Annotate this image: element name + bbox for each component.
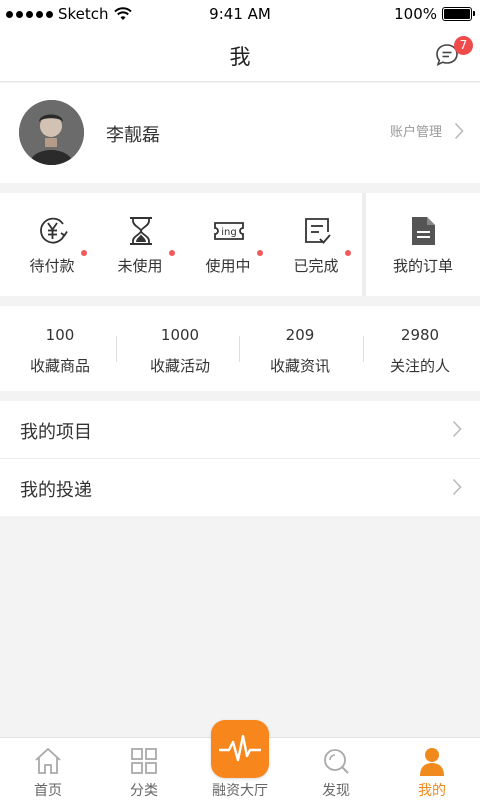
document-icon	[412, 217, 435, 245]
grid-icon	[131, 748, 157, 774]
tab-categories[interactable]: 分类	[96, 738, 192, 800]
account-management-label: 账户管理	[389, 125, 442, 140]
tab-me[interactable]: 我的	[384, 738, 480, 800]
tab-label: 首页	[34, 783, 62, 799]
order-pending-payment-label: 待付款	[29, 257, 75, 275]
order-in-use[interactable]: ing 使用中	[184, 193, 272, 296]
tab-label: 我的	[418, 783, 446, 799]
person-icon	[420, 748, 444, 776]
stat-label: 收藏商品	[29, 357, 90, 375]
stat-value: 2980	[400, 326, 440, 344]
notification-dot	[257, 250, 263, 256]
stat-divider	[116, 336, 117, 362]
tab-label: 分类	[130, 783, 158, 799]
stat-favorite-products[interactable]: 100 收藏商品	[0, 306, 120, 391]
user-name: 李靓磊	[106, 125, 160, 146]
chevron-right-icon	[452, 478, 462, 496]
messages-button[interactable]: 7	[434, 36, 473, 70]
stat-following[interactable]: 2980 关注的人	[360, 306, 480, 391]
home-icon	[35, 747, 61, 774]
yuan-coin-icon	[40, 217, 68, 244]
order-completed-label: 已完成	[293, 257, 339, 275]
stat-favorite-news[interactable]: 209 收藏资讯	[240, 306, 360, 391]
tab-discover[interactable]: 发现	[288, 738, 384, 800]
chevron-right-icon	[452, 420, 462, 438]
status-right: 100%	[394, 5, 475, 23]
ticket-icon: ing	[214, 222, 244, 240]
notification-dot	[81, 250, 87, 256]
menu-item-my-submissions[interactable]: 我的投递	[0, 459, 480, 516]
menu-list: 我的项目 我的投递	[0, 401, 480, 516]
checklist-icon	[305, 218, 331, 244]
menu-item-label: 我的项目	[20, 422, 92, 443]
battery-icon	[442, 7, 475, 21]
stat-value: 1000	[160, 326, 200, 344]
page-title: 我	[229, 45, 251, 69]
my-orders-button[interactable]: 我的订单	[366, 193, 480, 296]
message-count-badge: 7	[454, 36, 473, 55]
menu-item-my-projects[interactable]: 我的项目	[0, 401, 480, 458]
order-in-use-label: 使用中	[205, 257, 251, 275]
stat-favorite-activities[interactable]: 1000 收藏活动	[120, 306, 240, 391]
stat-value: 100	[45, 326, 75, 344]
svg-text:ing: ing	[221, 227, 236, 238]
tab-home[interactable]: 首页	[0, 738, 96, 800]
battery-percent: 100%	[394, 5, 437, 23]
stat-label: 收藏资讯	[269, 357, 330, 375]
stat-value: 209	[285, 326, 315, 344]
tab-bar: 首页 分类 融资大厅 发现 我的	[0, 720, 480, 800]
stat-label: 收藏活动	[149, 357, 210, 375]
notification-dot	[169, 250, 175, 256]
my-orders-label: 我的订单	[392, 257, 453, 275]
status-bar: Sketch 9:41 AM 100%	[0, 0, 480, 28]
avatar[interactable]	[19, 100, 84, 165]
chevron-right-icon	[454, 122, 464, 139]
financing-hall-button[interactable]	[211, 720, 269, 778]
tab-financing-hall[interactable]: 融资大厅	[192, 720, 288, 800]
tab-label: 融资大厅	[212, 783, 268, 799]
order-unused[interactable]: 未使用	[96, 193, 184, 296]
navigation-bar: 我 7	[0, 28, 480, 82]
tab-label: 发现	[322, 783, 350, 799]
order-completed[interactable]: 已完成	[272, 193, 360, 296]
menu-item-label: 我的投递	[20, 480, 92, 501]
order-unused-label: 未使用	[117, 257, 163, 275]
pulse-icon	[219, 734, 261, 762]
stat-label: 关注的人	[389, 357, 450, 375]
account-management-link[interactable]: 账户管理	[390, 121, 464, 140]
profile-card[interactable]: 李靓磊 账户管理	[0, 83, 480, 183]
notification-dot	[345, 250, 351, 256]
order-pending-payment[interactable]: 待付款	[8, 193, 96, 296]
favorites-stats: 100 收藏商品 1000 收藏活动 209 收藏资讯 2980 关注的人	[0, 306, 480, 391]
hourglass-icon	[130, 217, 152, 245]
search-icon	[324, 749, 349, 774]
order-status-panel: 待付款 未使用 ing 使用中 已完成 我的订单	[0, 193, 480, 296]
